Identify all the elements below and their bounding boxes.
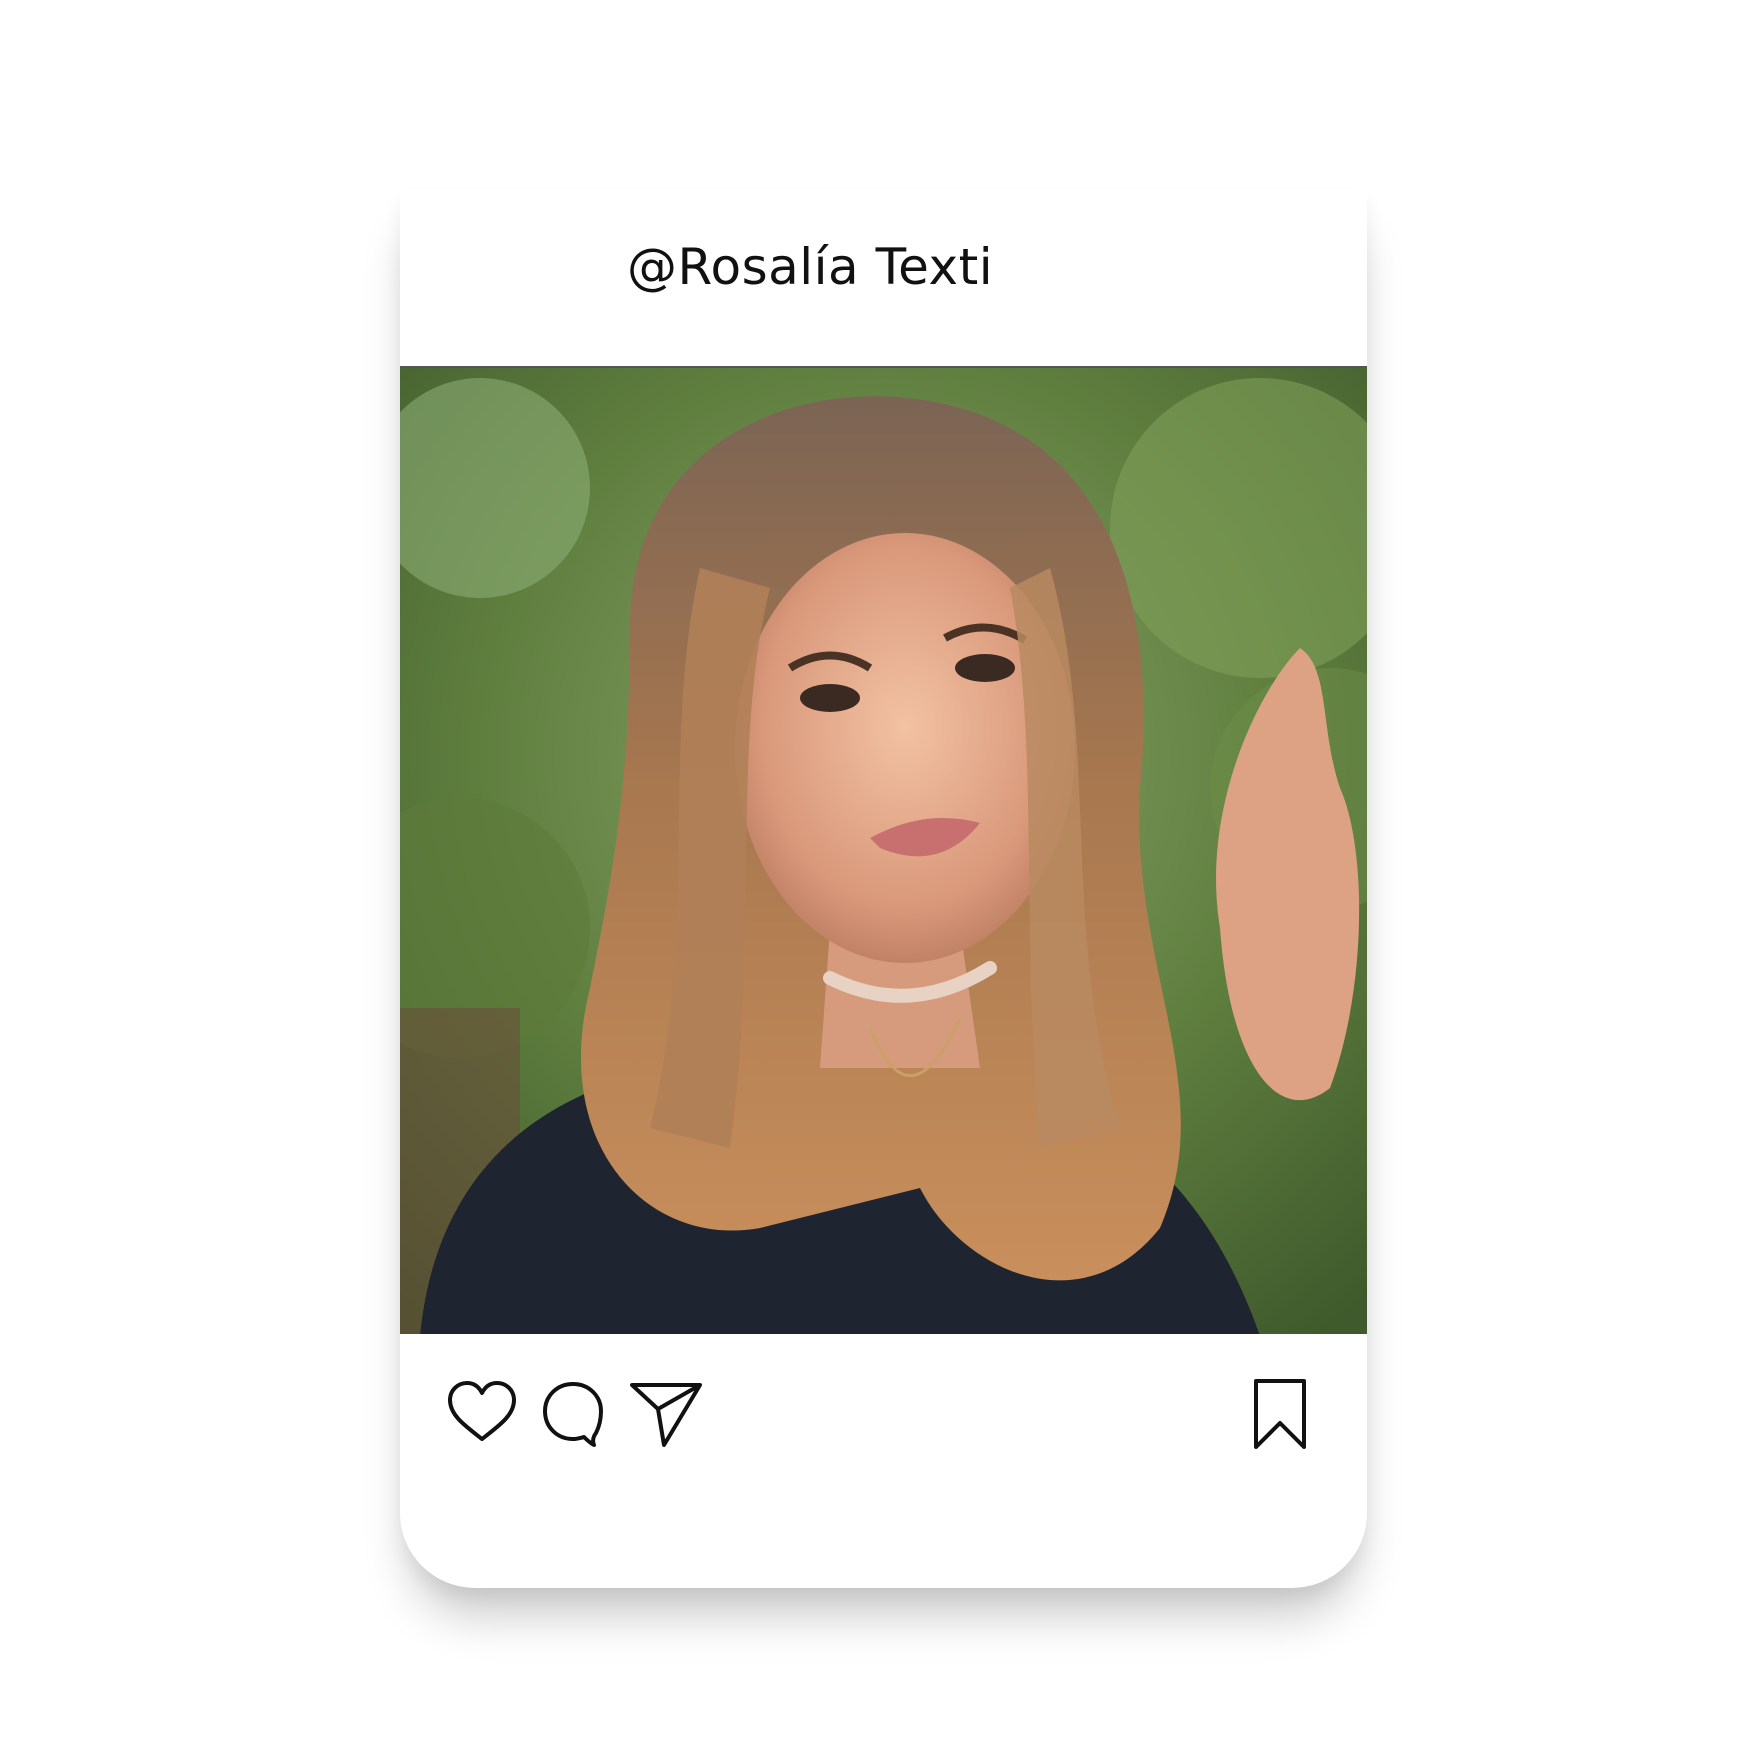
post-photo[interactable]: [400, 366, 1367, 1334]
post-username[interactable]: @Rosalía Texti: [627, 238, 993, 296]
portrait-photo-image: [400, 368, 1367, 1334]
post-actions: [400, 1375, 1367, 1455]
bookmark-icon[interactable]: [1242, 1375, 1318, 1451]
heart-icon[interactable]: [444, 1375, 520, 1451]
comment-icon[interactable]: [536, 1375, 612, 1451]
post-card: @Rosalía Texti: [400, 190, 1367, 1588]
send-icon[interactable]: [628, 1375, 704, 1451]
